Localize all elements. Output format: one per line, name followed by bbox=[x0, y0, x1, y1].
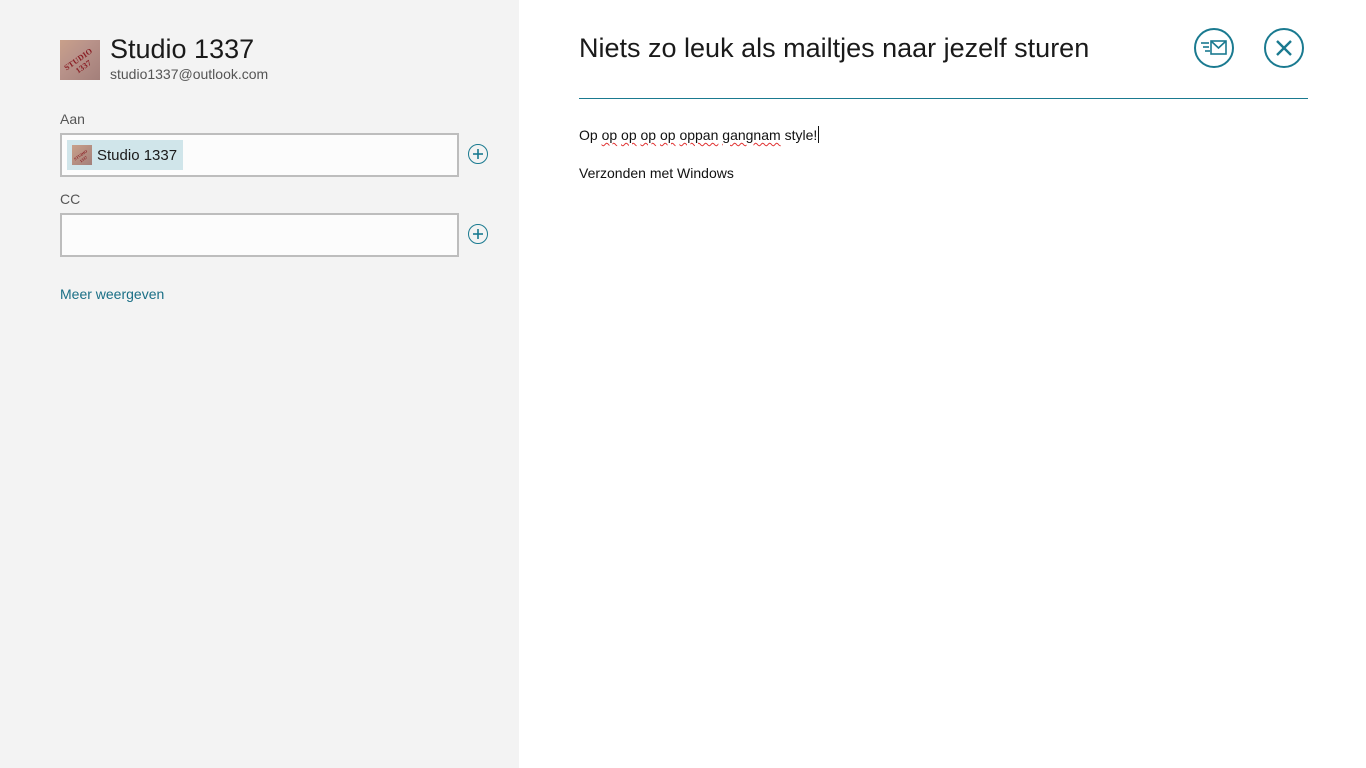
cc-field[interactable] bbox=[60, 213, 459, 257]
subject-divider bbox=[579, 98, 1308, 99]
account-name: Studio 1337 bbox=[110, 34, 255, 64]
plus-circle-icon bbox=[473, 149, 483, 159]
subject-field[interactable]: Niets zo leuk als mailtjes naar jezelf s… bbox=[579, 33, 1089, 64]
recipient-chip[interactable]: STUDIO 1337 Studio 1337 bbox=[67, 140, 184, 170]
add-to-recipient-button[interactable] bbox=[468, 144, 488, 164]
show-more-link[interactable]: Meer weergeven bbox=[60, 286, 164, 302]
left-pane: STUDIO 1337 Studio 1337 studio1337@outlo… bbox=[0, 0, 519, 768]
account-email: studio1337@outlook.com bbox=[110, 66, 269, 82]
message-signature[interactable]: Verzonden met Windows bbox=[579, 165, 734, 181]
avatar-logo-text: STUDIO 1337 bbox=[62, 46, 95, 76]
to-field[interactable]: STUDIO 1337 Studio 1337 bbox=[60, 133, 459, 177]
close-icon bbox=[1276, 40, 1292, 56]
misspelled-word: op bbox=[601, 127, 618, 143]
add-cc-recipient-button[interactable] bbox=[468, 224, 488, 244]
send-button[interactable] bbox=[1194, 28, 1234, 68]
misspelled-word: op bbox=[621, 127, 637, 143]
close-button[interactable] bbox=[1264, 28, 1304, 68]
recipient-avatar: STUDIO 1337 bbox=[72, 145, 92, 165]
misspelled-word: gangnam bbox=[722, 127, 781, 143]
plus-circle-icon bbox=[473, 229, 483, 239]
cc-label: CC bbox=[60, 191, 81, 207]
misspelled-word: op bbox=[640, 127, 657, 143]
text-caret bbox=[818, 126, 820, 143]
send-mail-icon bbox=[1201, 40, 1227, 55]
body-word: Op bbox=[579, 127, 598, 143]
misspelled-word: op bbox=[659, 127, 676, 143]
recipient-avatar-logo: STUDIO 1337 bbox=[72, 148, 89, 164]
message-body-line[interactable]: Op op op op op oppan gangnam style! bbox=[579, 126, 820, 143]
recipient-name: Studio 1337 bbox=[97, 146, 178, 164]
misspelled-word: oppan bbox=[679, 127, 719, 143]
to-label: Aan bbox=[60, 111, 85, 127]
body-word: style! bbox=[784, 127, 818, 143]
mail-compose-window: STUDIO 1337 Studio 1337 studio1337@outlo… bbox=[0, 0, 1366, 768]
account-avatar: STUDIO 1337 bbox=[60, 40, 100, 80]
